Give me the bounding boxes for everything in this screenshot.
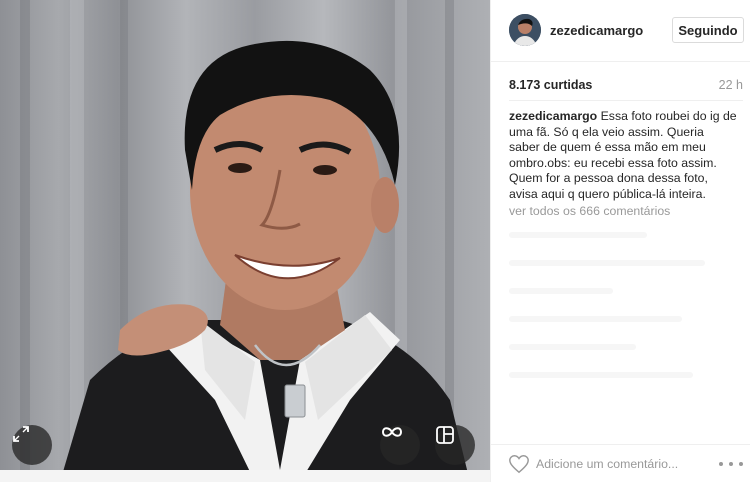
avatar[interactable] xyxy=(509,14,541,46)
username-link[interactable]: zezedicamargo xyxy=(550,23,643,38)
comments-placeholder xyxy=(509,232,739,432)
expand-icon xyxy=(13,426,29,442)
infinity-icon xyxy=(381,427,403,437)
post-photo[interactable] xyxy=(0,0,490,482)
more-options-icon[interactable] xyxy=(719,453,743,475)
boomerang-button[interactable] xyxy=(380,425,420,465)
view-all-comments-link[interactable]: ver todos os 666 comentários xyxy=(509,204,670,218)
post-footer xyxy=(491,444,750,482)
caption-username[interactable]: zezedicamargo xyxy=(509,109,597,123)
following-button[interactable]: Seguindo xyxy=(672,17,744,43)
post-timestamp[interactable]: 22 h xyxy=(719,78,743,92)
post-caption: zezedicamargo Essa foto roubei do ig de … xyxy=(509,109,737,203)
avatar-image xyxy=(509,14,541,46)
divider xyxy=(509,100,743,101)
layout-button[interactable] xyxy=(435,425,475,465)
layout-icon xyxy=(436,426,454,444)
comment-input[interactable] xyxy=(536,454,686,474)
post-side-panel: zezedicamargo Seguindo 8.173 curtidas 22… xyxy=(490,0,750,482)
post-stats: 8.173 curtidas 22 h xyxy=(509,78,743,94)
more-dot xyxy=(719,462,723,466)
likes-count[interactable]: 8.173 curtidas xyxy=(509,78,592,92)
more-dot xyxy=(739,462,743,466)
post-header: zezedicamargo Seguindo xyxy=(491,0,750,62)
expand-button[interactable] xyxy=(12,425,52,465)
photo-illustration xyxy=(20,0,470,482)
heart-icon[interactable] xyxy=(508,453,530,475)
more-dot xyxy=(729,462,733,466)
photo-bottom-strip xyxy=(0,470,490,482)
